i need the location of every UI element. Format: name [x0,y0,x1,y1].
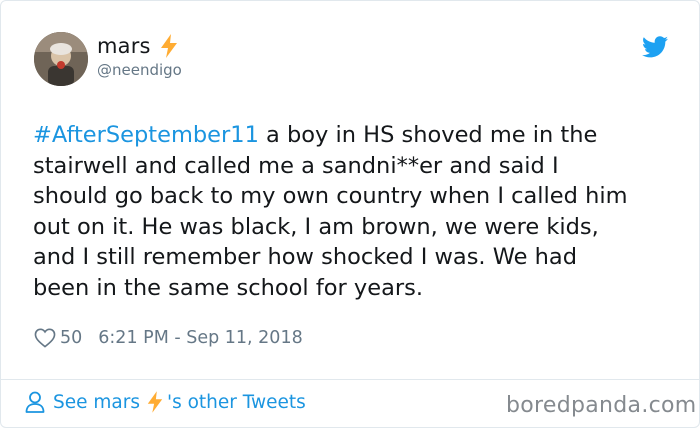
watermark: boredpanda.com [506,393,697,418]
timestamp[interactable]: 6:21 PM - Sep 11, 2018 [98,328,302,348]
see-more-prefix: See mars [53,391,140,413]
tweet-text: #AfterSeptember11 a boy in HS shoved me … [33,120,673,303]
author-row: mars [97,34,179,58]
person-icon [25,391,45,413]
author-handle[interactable]: @neendigo [97,61,182,79]
like-count: 50 [60,328,83,348]
tweet-card: mars @neendigo #AfterSeptember11 a boy i… [0,0,700,428]
tweet-body: a boy in HS shoved me in the stairwell a… [33,122,628,301]
see-more-suffix: 's other Tweets [167,391,306,413]
avatar[interactable] [34,32,88,86]
heart-icon[interactable] [34,328,56,348]
hashtag-link[interactable]: #AfterSeptember11 [33,122,259,148]
see-other-tweets-link[interactable]: See mars 's other Tweets [25,391,306,413]
tweet-meta: 50 6:21 PM - Sep 11, 2018 [34,328,303,348]
lightning-bolt-icon [159,34,179,58]
divider [1,379,699,380]
twitter-bird-icon[interactable] [642,36,668,58]
author-name[interactable]: mars [97,34,151,58]
lightning-bolt-icon [146,391,164,413]
